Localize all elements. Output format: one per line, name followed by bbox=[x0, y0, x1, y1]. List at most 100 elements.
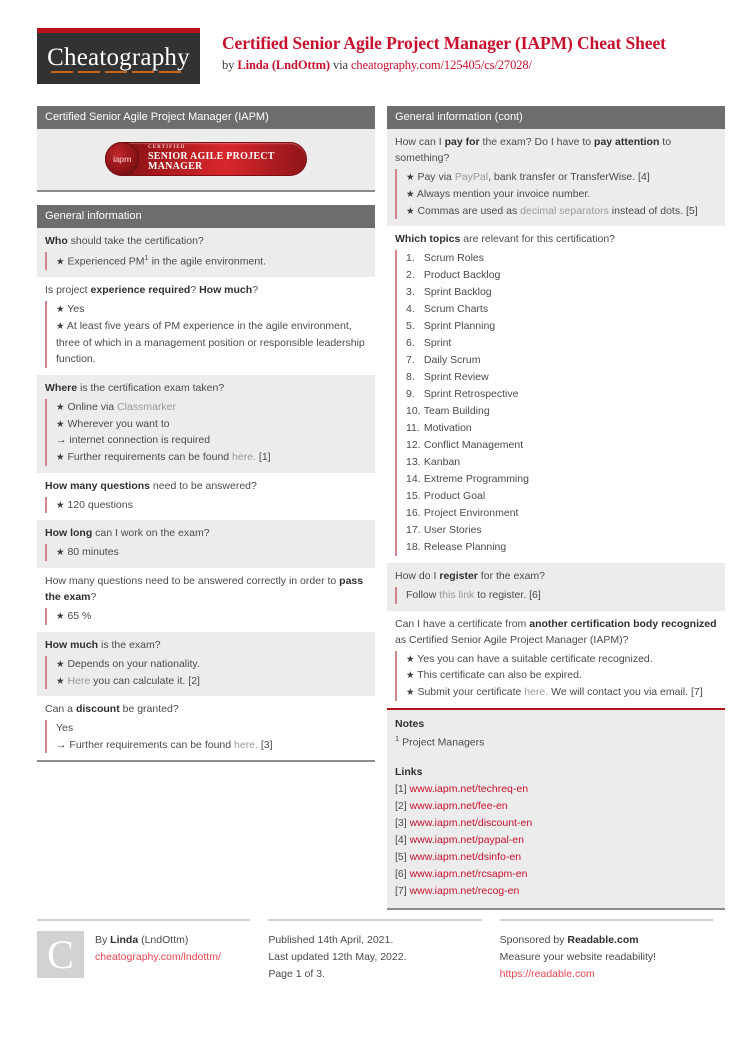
topic-item: 8. Sprint Review bbox=[406, 371, 489, 384]
reference-link[interactable]: [6] www.iapm.net/rcsapm-en bbox=[395, 866, 717, 883]
general-information-cont-header: General information (cont) bbox=[387, 106, 725, 130]
question-text: How many questions need to be answered? bbox=[45, 479, 257, 492]
star-bullet-icon: ★ bbox=[56, 610, 65, 622]
topic-item: 18. Release Planning bbox=[406, 541, 507, 554]
answer-item: ★ 120 questions bbox=[56, 498, 133, 511]
general-information-cont-body: How can I pay for the exam? Do I have to… bbox=[387, 129, 725, 709]
source-url-link[interactable]: cheatography.com/125405/cs/27028/ bbox=[351, 58, 532, 72]
iapm-certification-badge: iapm CERTIFIED SENIOR AGILE PROJECT MANA… bbox=[105, 142, 307, 177]
topic-item: 14. Extreme Programming bbox=[406, 473, 529, 486]
star-bullet-icon: ★ bbox=[56, 321, 65, 333]
footer-sponsor-column: Sponsored by Readable.com Measure your w… bbox=[499, 919, 713, 983]
footer-by-prefix: By bbox=[95, 934, 111, 946]
right-column: General information (cont) How can I pay… bbox=[387, 106, 725, 923]
notes-heading: Notes bbox=[395, 718, 425, 731]
reference-link[interactable]: [7] www.iapm.net/recog-en bbox=[395, 883, 717, 900]
cheatography-logo-text: Cheatography bbox=[47, 43, 190, 71]
page-title: Certified Senior Agile Project Manager (… bbox=[222, 33, 666, 53]
question-text: How much is the exam? bbox=[45, 638, 161, 651]
star-bullet-icon: ★ bbox=[56, 418, 65, 430]
star-bullet-icon: ★ bbox=[56, 499, 65, 511]
badge-text: CERTIFIED SENIOR AGILE PROJECT MANAGER bbox=[139, 145, 306, 172]
reference-link[interactable]: [5] www.iapm.net/dsinfo-en bbox=[395, 849, 717, 866]
answer-item: ★ Further requirements can be found here… bbox=[56, 450, 271, 463]
topic-item: 9. Sprint Retrospective bbox=[406, 388, 519, 401]
reference-link[interactable]: [2] www.iapm.net/fee-en bbox=[395, 798, 717, 815]
question-text: Which topics are relevant for this certi… bbox=[395, 233, 615, 246]
qa-row: Who should take the certification? ★ Expe… bbox=[37, 228, 375, 278]
qa-row: How can I pay for the exam? Do I have to… bbox=[387, 129, 725, 227]
question-text: How many questions need to be answered c… bbox=[45, 575, 364, 604]
qa-row: Where is the certification exam taken? ★ … bbox=[37, 374, 375, 473]
logo-underline-decoration bbox=[51, 71, 186, 73]
answer-list: ★ Yes ★ At least five years of PM experie… bbox=[45, 301, 367, 368]
answer-list: ★ 120 questions bbox=[45, 496, 367, 514]
reference-link[interactable]: [4] www.iapm.net/paypal-en bbox=[395, 832, 717, 849]
topic-item: 17. User Stories bbox=[406, 524, 482, 537]
footer-sponsor-url-line: https://readable.com bbox=[500, 966, 656, 983]
links-heading: Links bbox=[395, 766, 423, 779]
star-bullet-icon: ★ bbox=[406, 687, 415, 699]
footer-author-line: By Linda (LndOttm) bbox=[95, 932, 221, 949]
answer-item: ★ Always mention your invoice number. bbox=[406, 187, 591, 200]
reference-link[interactable]: [1] www.iapm.net/techreq-en bbox=[395, 781, 717, 798]
answer-list: Follow this link to register. [6] bbox=[395, 587, 717, 604]
qa-row: How many questions need to be answered c… bbox=[37, 568, 375, 632]
notes-links-spacer bbox=[395, 751, 717, 764]
page-header: Cheatography Certified Senior Agile Proj… bbox=[37, 0, 713, 92]
footer-sponsor-name[interactable]: Readable.com bbox=[567, 934, 638, 946]
footer-publish-text: Published 14th April, 2021. Last updated… bbox=[268, 931, 406, 983]
badge-block: Certified Senior Agile Project Manager (… bbox=[37, 106, 375, 193]
footer-published: Published 14th April, 2021. bbox=[268, 934, 394, 946]
reference-link[interactable]: [3] www.iapm.net/discount-en bbox=[395, 815, 717, 832]
footer-author-text: By Linda (LndOttm) cheatography.com/lndo… bbox=[84, 931, 221, 983]
answer-list: ★ Yes you can have a suitable certificat… bbox=[395, 650, 717, 702]
topic-item: 5. Sprint Planning bbox=[406, 320, 496, 333]
topic-item: 16. Project Environment bbox=[406, 507, 519, 520]
footer-sponsor-text: Sponsored by Readable.com Measure your w… bbox=[500, 931, 656, 983]
star-bullet-icon: ★ bbox=[406, 205, 415, 217]
answer-item: ★ Experienced PM1 in the agile environme… bbox=[56, 253, 266, 268]
note-item: 1 Project Managers bbox=[395, 733, 485, 749]
answer-item: ★ 65 % bbox=[56, 609, 92, 622]
answer-item: ★ Wherever you want to bbox=[56, 417, 170, 430]
cheat-sheet-page: Cheatography Certified Senior Agile Proj… bbox=[0, 0, 750, 1061]
general-information-header: General information bbox=[37, 205, 375, 229]
star-bullet-icon: ★ bbox=[56, 256, 65, 268]
question-text: How do I register for the exam? bbox=[395, 570, 546, 583]
star-bullet-icon: ★ bbox=[56, 401, 65, 413]
byline: by Linda (LndOttm) via cheatography.com/… bbox=[222, 58, 666, 73]
byline-via: via bbox=[329, 57, 351, 72]
qa-row: How much is the exam? ★ Depends on your n… bbox=[37, 631, 375, 697]
arrow-bullet-icon: → bbox=[56, 434, 67, 447]
answer-item: ★ 80 minutes bbox=[56, 546, 119, 559]
cheatography-logo[interactable]: Cheatography bbox=[37, 28, 200, 84]
answer-item: Follow this link to register. [6] bbox=[406, 589, 541, 602]
badge-container: iapm CERTIFIED SENIOR AGILE PROJECT MANA… bbox=[37, 129, 375, 191]
iapm-seal-icon: iapm bbox=[105, 142, 139, 177]
question-text: Where is the certification exam taken? bbox=[45, 381, 225, 394]
answer-item: ★ Here you can calculate it. [2] bbox=[56, 674, 200, 687]
notes-and-links-block: Notes 1 Project Managers Links [1] www.i… bbox=[387, 708, 725, 910]
footer-sponsor-url[interactable]: https://readable.com bbox=[500, 968, 595, 980]
answer-list: Yes → Further requirements can be found h… bbox=[45, 720, 367, 754]
cheatography-c-logo: C bbox=[37, 931, 84, 978]
author-name[interactable]: Linda (LndOttm) bbox=[237, 58, 330, 72]
footer-sponsor-line: Sponsored by Readable.com bbox=[500, 932, 656, 949]
answer-item: ★ At least five years of PM experience i… bbox=[56, 320, 365, 366]
topic-item: 12. Conflict Management bbox=[406, 439, 524, 452]
answer-list: ★ Experienced PM1 in the agile environme… bbox=[45, 252, 367, 271]
badge-block-header: Certified Senior Agile Project Manager (… bbox=[37, 106, 375, 130]
title-area: Certified Senior Agile Project Manager (… bbox=[200, 28, 666, 73]
topic-item: 2. Product Backlog bbox=[406, 269, 501, 282]
footer-author-column: C By Linda (LndOttm) cheatography.com/ln… bbox=[37, 919, 251, 983]
star-bullet-icon: ★ bbox=[406, 653, 415, 665]
footer-author-url[interactable]: cheatography.com/lndottm/ bbox=[95, 951, 221, 963]
question-text: Can I have a certificate from another ce… bbox=[395, 617, 717, 646]
footer-author-url-line: cheatography.com/lndottm/ bbox=[95, 949, 221, 966]
answer-item: ★ Online via Classmarker bbox=[56, 400, 176, 413]
answer-item: ★ This certificate can also be expired. bbox=[406, 669, 582, 682]
answer-item: → internet connection is required bbox=[56, 434, 211, 447]
byline-prefix: by bbox=[222, 57, 238, 72]
answer-item: → Further requirements can be found here… bbox=[56, 738, 273, 751]
